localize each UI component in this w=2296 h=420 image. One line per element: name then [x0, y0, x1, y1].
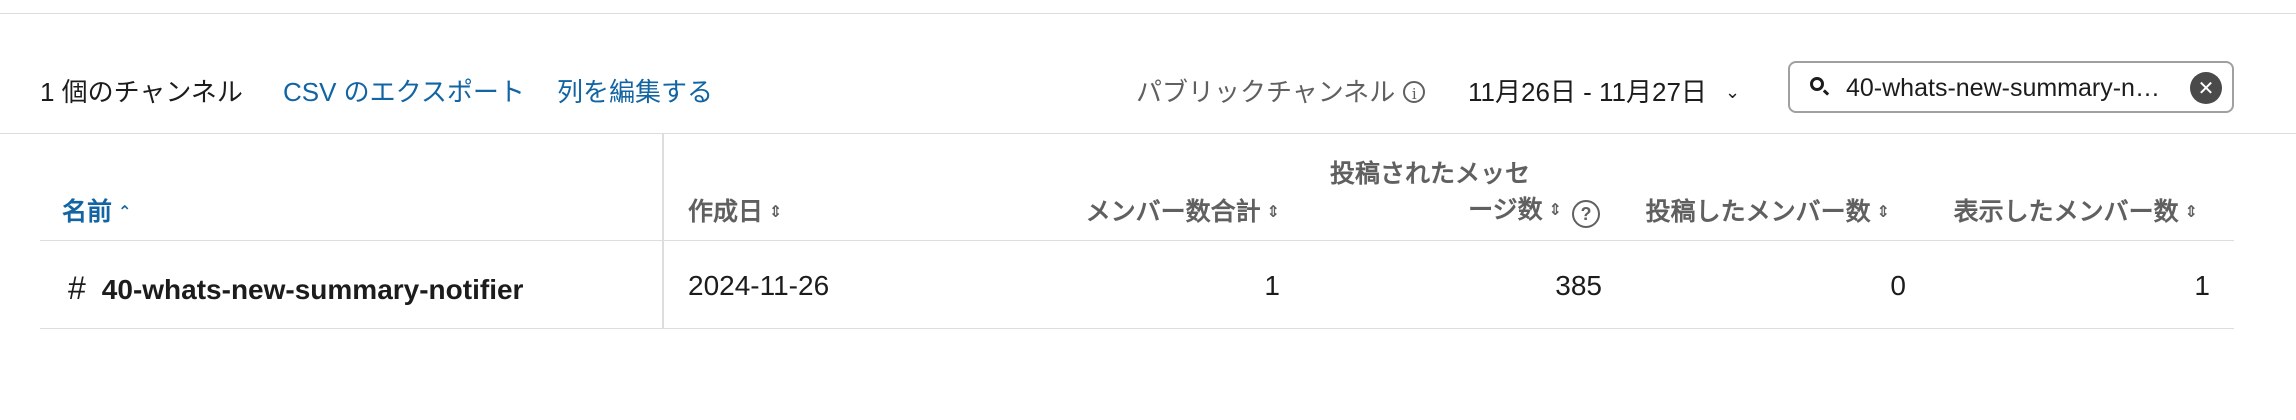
channel-hash-icon: #: [68, 270, 86, 306]
column-header-members-label: メンバー数合計: [1085, 198, 1261, 226]
search-icon: [1810, 77, 1824, 91]
date-range-label: 11月26日 - 11月27日: [1468, 77, 1707, 107]
column-header-posters[interactable]: 投稿したメンバー数 ⇕: [1646, 192, 1890, 228]
sort-icon: ⇕: [1548, 202, 1562, 219]
column-header-created-label: 作成日: [688, 198, 764, 226]
column-header-viewers-label: 表示したメンバー数: [1953, 198, 2179, 226]
sort-icon: ⇕: [1876, 204, 1890, 221]
sort-icon: ⇕: [769, 204, 783, 221]
channel-count: 1 個のチャンネル: [40, 77, 243, 107]
column-header-viewers[interactable]: 表示したメンバー数 ⇕: [1954, 192, 2198, 228]
column-header-posters-label: 投稿したメンバー数: [1645, 198, 1871, 226]
help-icon[interactable]: ?: [1572, 200, 1600, 228]
toolbar-divider: [0, 133, 2296, 134]
column-header-created[interactable]: 作成日 ⇕: [688, 192, 782, 228]
sort-icon: ⇕: [1266, 204, 1280, 221]
sort-ascending-icon: ⌃: [118, 204, 132, 221]
column-header-posts[interactable]: 投稿されたメッセ ージ数 ⇕?: [1330, 156, 1600, 229]
column-header-posts-line1: 投稿されたメッセ: [1329, 160, 1530, 188]
edit-columns-link[interactable]: 列を編集する: [557, 72, 713, 109]
search-box[interactable]: ✕: [1788, 61, 2234, 113]
column-header-name[interactable]: 名前 ⌃: [62, 192, 131, 228]
channel-type-label: パブリックチャンネル: [1136, 77, 1396, 107]
viewers-cell: 1: [2194, 270, 2210, 301]
created-date-cell: 2024-11-26: [688, 270, 830, 301]
channel-name-cell[interactable]: #40-whats-new-summary-notifier: [68, 270, 523, 307]
row-divider: [40, 328, 2234, 329]
posts-cell: 385: [1555, 270, 1602, 301]
channel-type-filter[interactable]: パブリックチャンネル i: [1136, 72, 1426, 109]
chevron-down-icon: ⌄: [1724, 82, 1741, 102]
toolbar: 1 個のチャンネル CSV のエクスポート 列を編集する パブリックチャンネル i…: [0, 14, 2296, 132]
column-divider: [662, 133, 664, 329]
header-divider: [40, 240, 2234, 241]
sort-icon: ⇕: [2184, 204, 2198, 221]
column-header-members-total[interactable]: メンバー数合計 ⇕: [1086, 192, 1280, 228]
search-input[interactable]: [1846, 71, 2162, 105]
column-header-posts-line2: ージ数: [1468, 196, 1543, 224]
members-total-cell: 1: [1264, 270, 1280, 301]
export-csv-link[interactable]: CSV のエクスポート: [283, 72, 525, 109]
info-icon[interactable]: i: [1403, 81, 1426, 103]
channel-name: 40-whats-new-summary-notifier: [101, 274, 524, 305]
clear-icon[interactable]: ✕: [2190, 72, 2222, 104]
posters-cell: 0: [1890, 270, 1906, 301]
date-range-picker[interactable]: 11月26日 - 11月27日 ⌄: [1468, 72, 1740, 109]
column-header-name-label: 名前: [62, 198, 113, 226]
